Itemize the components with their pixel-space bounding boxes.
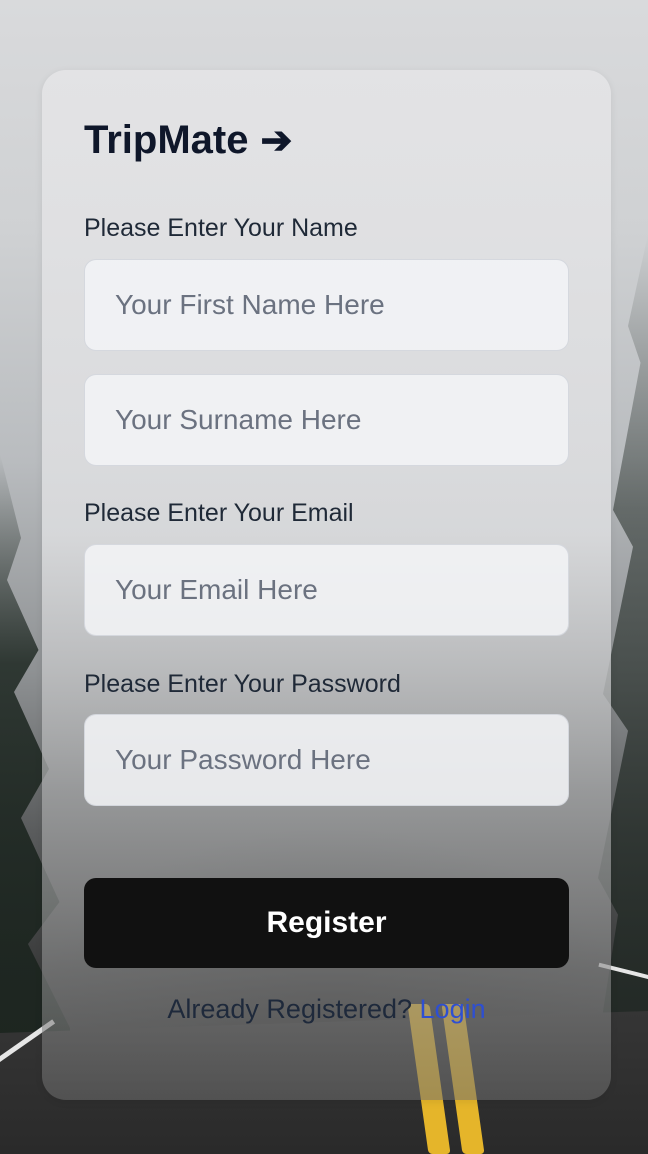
- first-name-input[interactable]: [84, 259, 569, 351]
- email-label: Please Enter Your Email: [84, 499, 354, 527]
- name-label: Please Enter Your Name: [84, 214, 358, 242]
- password-input[interactable]: [84, 714, 569, 806]
- register-card: TripMate ➔ Please Enter Your Name Please…: [42, 70, 611, 1100]
- login-link[interactable]: Login: [420, 994, 486, 1024]
- surname-input[interactable]: [84, 374, 569, 466]
- email-input[interactable]: [84, 544, 569, 636]
- arrow-right-icon: ➔: [260, 119, 293, 162]
- password-label: Please Enter Your Password: [84, 670, 401, 698]
- brand-name: TripMate: [84, 118, 249, 162]
- login-prompt: Already Registered? Login: [42, 994, 611, 1025]
- brand-title: TripMate ➔: [84, 118, 292, 163]
- login-prompt-text: Already Registered?: [167, 994, 413, 1024]
- register-button[interactable]: Register: [84, 878, 569, 968]
